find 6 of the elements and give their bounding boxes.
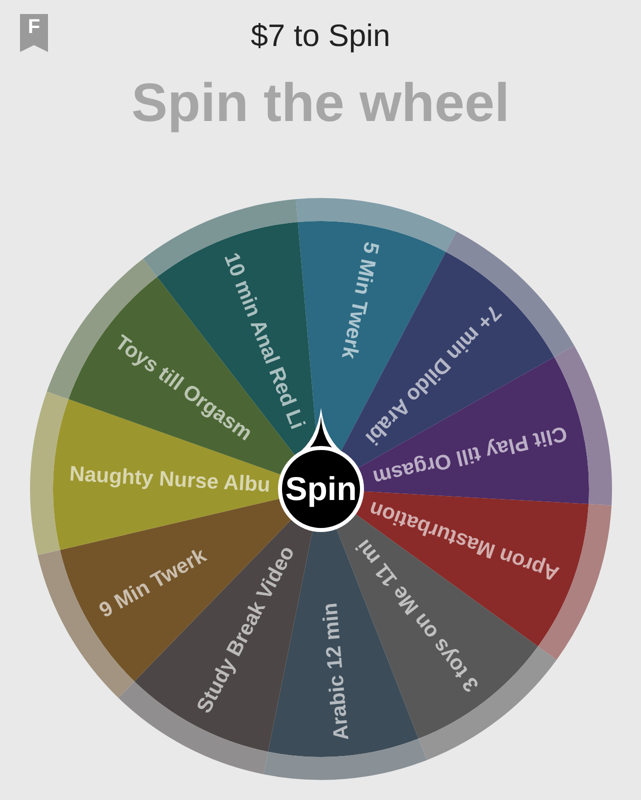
page-title: Spin the wheel: [131, 76, 510, 130]
logo-icon: F: [20, 14, 48, 52]
segment-label: 5 Min Twerk: [337, 240, 384, 361]
price-label: $7 to Spin: [250, 16, 390, 55]
segment-label: Naughty Nurse Albu: [68, 462, 271, 497]
segment-label: Arabic 12 min: [318, 602, 354, 742]
